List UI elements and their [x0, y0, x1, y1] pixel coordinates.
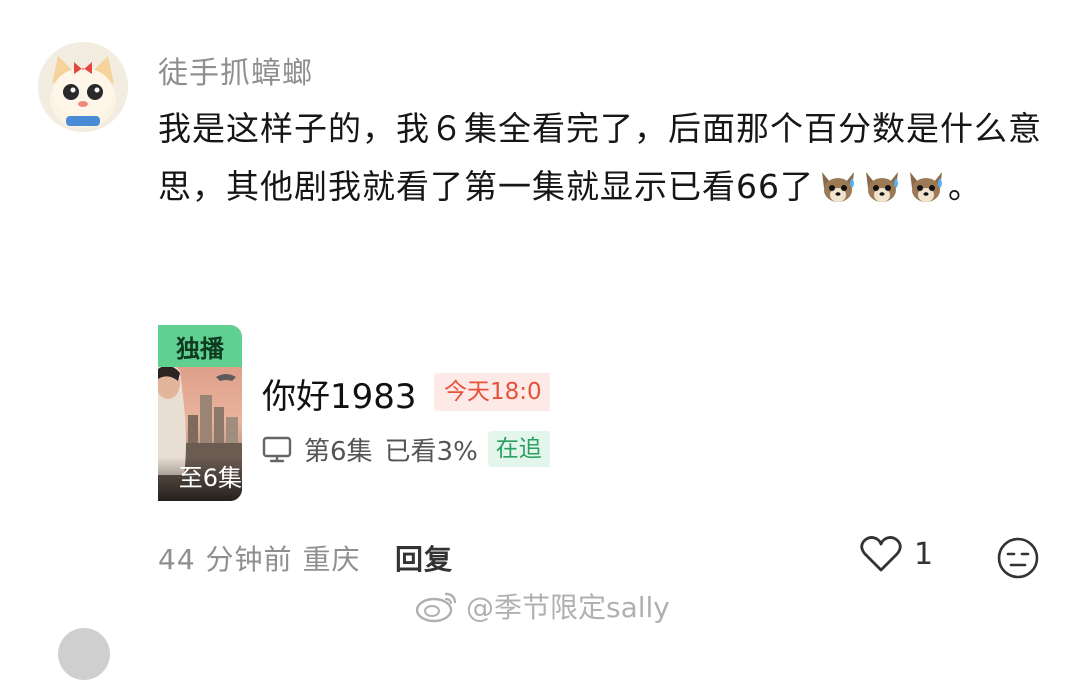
comment-text-end: 。	[948, 167, 982, 206]
watched-percent: 已看3%	[384, 436, 478, 467]
comment-meta: 44 分钟前 重庆	[158, 538, 361, 578]
heart-icon	[860, 536, 902, 572]
cartoon-cat-avatar-icon	[38, 42, 128, 132]
sweating-dog-emoji-icon	[822, 172, 854, 202]
watermark: @季节限定sally	[414, 586, 670, 626]
tv-icon	[262, 436, 292, 463]
reaction-button[interactable]	[996, 536, 1040, 580]
username[interactable]: 徒手抓蟑螂	[158, 48, 313, 92]
reply-button[interactable]: 回复	[395, 538, 453, 578]
like-count: 1	[914, 536, 934, 572]
watch-progress-row: 第6集 已看3% 在追	[262, 429, 552, 469]
next-comment-avatar[interactable]	[58, 628, 110, 680]
weibo-icon	[415, 592, 457, 623]
sweating-dog-emoji-icon	[866, 172, 898, 202]
show-card[interactable]: 独播 至6集 你好1983 今天18:0 第6集 已看3% 在追	[158, 325, 558, 503]
following-status-tag: 在追	[487, 431, 550, 467]
like-button[interactable]: 1	[860, 535, 933, 573]
comment-item: 徒手抓蟑螂 我是这样子的，我６集全看完了，后面那个百分数是什么意思，其他剧我就看…	[0, 0, 1080, 680]
neutral-face-icon	[997, 537, 1039, 579]
update-time-tag: 今天18:0	[434, 373, 550, 411]
exclusive-badge: 独播	[158, 325, 242, 367]
show-thumbnail[interactable]: 独播 至6集	[158, 325, 242, 501]
comment-time: 44 分钟前	[158, 543, 293, 576]
comment-body: 我是这样子的，我６集全看完了，后面那个百分数是什么意思，其他剧我就看了第一集就显…	[158, 100, 1058, 218]
show-title[interactable]: 你好1983	[262, 369, 417, 418]
comment-location: 重庆	[302, 543, 361, 576]
episode-label: 第6集	[304, 436, 373, 467]
emoji-group	[816, 160, 948, 218]
watermark-text: @季节限定sally	[466, 591, 670, 624]
episode-count-caption: 至6集	[158, 457, 242, 501]
user-avatar[interactable]	[38, 42, 128, 132]
sweating-dog-emoji-icon	[910, 172, 942, 202]
